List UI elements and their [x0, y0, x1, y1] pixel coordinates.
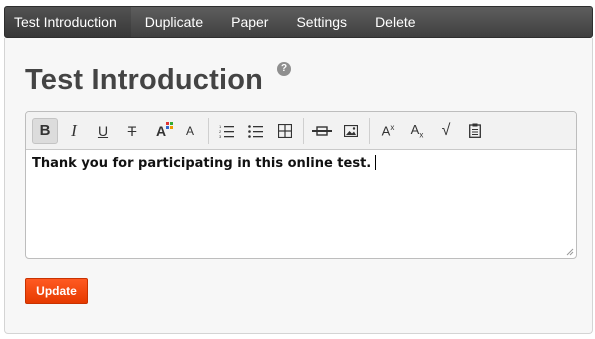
italic-icon: I [71, 120, 77, 140]
top-navigation: Test Introduction Duplicate Paper Settin… [4, 6, 593, 38]
unordered-list-icon [248, 124, 263, 138]
image-button[interactable] [338, 118, 364, 144]
nav-tab-test-introduction[interactable]: Test Introduction [5, 7, 131, 37]
editor-toolbar: B I U T A A 1 2 3 Ax Ax √ [26, 112, 576, 150]
font-color-button[interactable]: A [148, 118, 174, 144]
bold-icon: B [39, 122, 51, 139]
text-cursor [375, 155, 377, 170]
subscript-button[interactable]: Ax [404, 118, 430, 144]
paste-icon [469, 123, 481, 138]
nav-tab-duplicate[interactable]: Duplicate [131, 7, 217, 37]
unordered-list-button[interactable] [243, 118, 269, 144]
font-size-icon: A [185, 123, 194, 138]
rich-text-editor: B I U T A A 1 2 3 Ax Ax √ Thank you for … [25, 111, 577, 259]
nav-tab-settings[interactable]: Settings [282, 7, 361, 37]
table-icon [278, 123, 292, 138]
resize-handle-icon[interactable] [566, 248, 574, 256]
nav-tab-delete[interactable]: Delete [361, 7, 429, 37]
strikethrough-button[interactable]: T [119, 118, 145, 144]
nav-tab-paper[interactable]: Paper [217, 7, 282, 37]
editor-text: Thank you for participating in this onli… [32, 156, 372, 171]
bold-button[interactable]: B [32, 117, 58, 144]
image-icon [344, 124, 358, 137]
strikethrough-icon: T [127, 122, 137, 139]
font-size-button[interactable]: A [177, 118, 203, 144]
ordered-list-button[interactable]: 1 2 3 [214, 118, 240, 144]
math-button[interactable]: √ [433, 118, 459, 144]
font-color-icon: A [156, 121, 173, 139]
ordered-list-icon: 1 2 3 [219, 124, 234, 138]
table-button[interactable] [272, 118, 298, 144]
horizontal-rule-button[interactable] [309, 118, 335, 144]
italic-button[interactable]: I [61, 118, 87, 144]
editor-content-area[interactable]: Thank you for participating in this onli… [26, 150, 576, 258]
math-icon: √ [441, 121, 451, 139]
subscript-icon: Ax [410, 121, 424, 140]
toolbar-divider [303, 117, 304, 144]
help-icon[interactable]: ? [277, 62, 291, 76]
update-button[interactable]: Update [25, 278, 88, 304]
horizontal-rule-icon [312, 125, 332, 136]
superscript-icon: Ax [381, 122, 395, 139]
superscript-button[interactable]: Ax [375, 118, 401, 144]
toolbar-divider [369, 117, 370, 144]
main-panel: Test Introduction ? B I U T A A 1 2 3 Ax… [4, 38, 593, 334]
toolbar-divider [208, 117, 209, 144]
underline-icon: U [97, 122, 109, 139]
underline-button[interactable]: U [90, 118, 116, 144]
paste-button[interactable] [462, 118, 488, 144]
page-title: Test Introduction [25, 64, 264, 96]
svg-text:3: 3 [219, 134, 222, 138]
